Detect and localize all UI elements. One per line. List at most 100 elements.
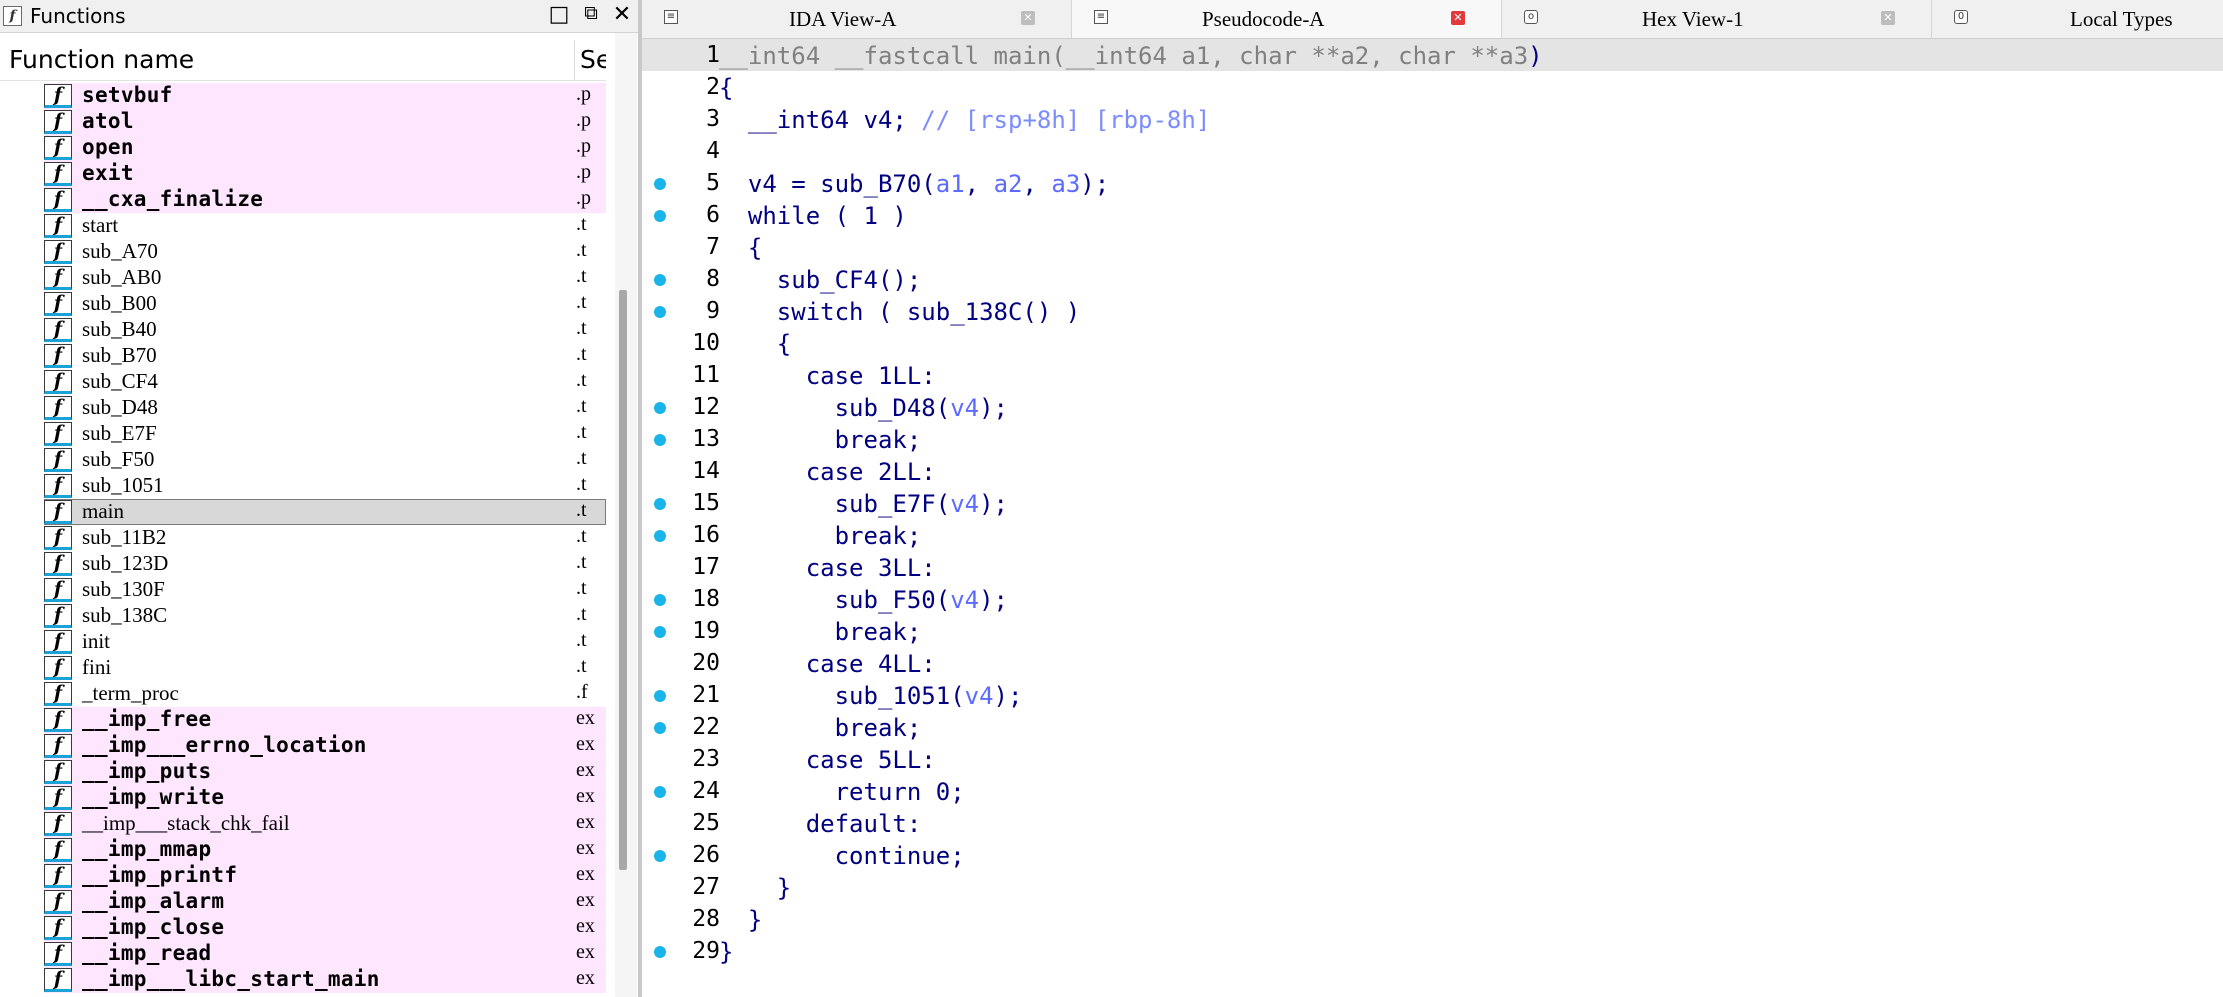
function-row[interactable]: f atol .p — [0, 109, 606, 135]
code-line[interactable]: 3 __int64 v4; // [rsp+8h] [rbp-8h] — [642, 103, 2223, 135]
code-line[interactable]: 14 case 2LL: — [642, 455, 2223, 487]
function-row[interactable]: f sub_F50 .t — [0, 447, 606, 473]
function-row[interactable]: f open .p — [0, 135, 606, 161]
functions-titlebar: f Functions □ ⧉ ✕ — [0, 0, 638, 33]
tab-close-icon[interactable]: ✕ — [1021, 11, 1035, 25]
code-line[interactable]: 23 case 5LL: — [642, 743, 2223, 775]
function-row[interactable]: f __imp_alarm ex — [0, 889, 606, 915]
code-line[interactable]: 10 { — [642, 327, 2223, 359]
pseudocode-view[interactable]: 1 __int64 __fastcall main(__int64 a1, cha… — [642, 39, 2223, 997]
function-row[interactable]: f _term_proc .f — [0, 681, 606, 707]
code-line[interactable]: 21 sub_1051(v4); — [642, 679, 2223, 711]
tab-pseudocode-a[interactable]: ≡ Pseudocode-A ✕ — [1072, 0, 1502, 38]
function-row[interactable]: f exit .p — [0, 161, 606, 187]
function-row[interactable]: f sub_B40 .t — [0, 317, 606, 343]
code-token: ); — [979, 586, 1008, 614]
function-name: atol — [82, 109, 134, 133]
code-line[interactable]: 12 sub_D48(v4); — [642, 391, 2223, 423]
code-line[interactable]: 18 sub_F50(v4); — [642, 583, 2223, 615]
function-row[interactable]: f sub_E7F .t — [0, 421, 606, 447]
tab-close-icon[interactable]: ✕ — [1881, 11, 1895, 25]
function-row[interactable]: f main .t — [0, 499, 606, 525]
function-row[interactable]: f fini .t — [0, 655, 606, 681]
code-token: v4 = sub_B70( — [719, 170, 936, 198]
function-row[interactable]: f start .t — [0, 213, 606, 239]
code-line[interactable]: 27 } — [642, 871, 2223, 903]
code-line[interactable]: 20 case 4LL: — [642, 647, 2223, 679]
code-line[interactable]: 5 v4 = sub_B70(a1, a2, a3); — [642, 167, 2223, 199]
function-row[interactable]: f __imp_close ex — [0, 915, 606, 941]
code-line[interactable]: 29} — [642, 935, 2223, 967]
code-token: case 3LL: — [719, 554, 936, 582]
line-number: 9 — [706, 298, 720, 324]
functions-scrollbar-thumb[interactable] — [619, 290, 627, 870]
code-line[interactable]: 8 sub_CF4(); — [642, 263, 2223, 295]
function-row[interactable]: f __cxa_finalize .p — [0, 187, 606, 213]
function-row[interactable]: f __imp_free ex — [0, 707, 606, 733]
column-header-function-name[interactable]: Function name — [9, 45, 194, 74]
code-line[interactable]: 2{ — [642, 71, 2223, 103]
function-row[interactable]: f __imp_read ex — [0, 941, 606, 967]
function-row[interactable]: f sub_B00 .t — [0, 291, 606, 317]
function-name: setvbuf — [82, 83, 173, 107]
maximize-icon[interactable]: □ — [545, 2, 573, 30]
code-line[interactable]: 7 { — [642, 231, 2223, 263]
code-line[interactable]: 28 } — [642, 903, 2223, 935]
function-segment: .p — [576, 187, 591, 209]
function-row[interactable]: f sub_CF4 .t — [0, 369, 606, 395]
function-row[interactable]: f __imp_puts ex — [0, 759, 606, 785]
function-row[interactable]: f __imp___stack_chk_fail ex — [0, 811, 606, 837]
code-line[interactable]: 4 — [642, 135, 2223, 167]
restore-icon[interactable]: ⧉ — [577, 2, 605, 30]
column-header-segment[interactable]: Se — [580, 45, 606, 74]
code-line[interactable]: 16 break; — [642, 519, 2223, 551]
code-line[interactable]: 13 break; — [642, 423, 2223, 455]
code-line[interactable]: 26 continue; — [642, 839, 2223, 871]
line-number: 16 — [692, 522, 720, 548]
tab-hex-view-1[interactable]: o Hex View-1 ✕ — [1502, 0, 1932, 38]
function-row[interactable]: f sub_130F .t — [0, 577, 606, 603]
function-row[interactable]: f __imp_printf ex — [0, 863, 606, 889]
function-segment: .p — [576, 135, 591, 157]
function-row[interactable]: f sub_123D .t — [0, 551, 606, 577]
function-row[interactable]: f sub_11B2 .t — [0, 525, 606, 551]
code-line[interactable]: 1 __int64 __fastcall main(__int64 a1, cha… — [642, 39, 2223, 71]
function-row[interactable]: f sub_D48 .t — [0, 395, 606, 421]
tab-close-icon[interactable]: ✕ — [1451, 11, 1465, 25]
function-row[interactable]: f __imp___errno_location ex — [0, 733, 606, 759]
code-line[interactable]: 6 while ( 1 ) — [642, 199, 2223, 231]
function-row[interactable]: f sub_138C .t — [0, 603, 606, 629]
code-token: ); — [1080, 170, 1110, 198]
code-line[interactable]: 15 sub_E7F(v4); — [642, 487, 2223, 519]
variable-token: v4 — [950, 394, 980, 422]
function-row[interactable]: f sub_A70 .t — [0, 239, 606, 265]
code-line[interactable]: 25 default: — [642, 807, 2223, 839]
code-line[interactable]: 24 return 0; — [642, 775, 2223, 807]
code-text: break; — [719, 426, 922, 454]
code-line[interactable]: 22 break; — [642, 711, 2223, 743]
code-line[interactable]: 19 break; — [642, 615, 2223, 647]
variable-token: v4 — [950, 586, 980, 614]
function-row[interactable]: f __imp_write ex — [0, 785, 606, 811]
function-segment: .t — [576, 343, 587, 365]
code-line[interactable]: 9 switch ( sub_138C() ) — [642, 295, 2223, 327]
function-segment: .p — [576, 109, 591, 131]
functions-scrollbar[interactable] — [615, 33, 637, 997]
code-token: ); — [979, 490, 1008, 518]
function-icon: f — [44, 214, 72, 238]
code-text: } — [719, 938, 733, 966]
tab-local-types[interactable]: 0 Local Types — [1932, 0, 2223, 38]
function-row[interactable]: f setvbuf .p — [0, 83, 606, 109]
function-row[interactable]: f __imp_mmap ex — [0, 837, 606, 863]
function-row[interactable]: f init .t — [0, 629, 606, 655]
function-row[interactable]: f sub_AB0 .t — [0, 265, 606, 291]
column-divider[interactable] — [574, 40, 575, 80]
close-icon[interactable]: ✕ — [608, 2, 636, 30]
tab-ida-view-a[interactable]: ≡ IDA View-A ✕ — [642, 0, 1072, 38]
function-row[interactable]: f sub_B70 .t — [0, 343, 606, 369]
function-row[interactable]: f __imp___libc_start_main ex — [0, 967, 606, 993]
function-row[interactable]: f sub_1051 .t — [0, 473, 606, 499]
code-line[interactable]: 17 case 3LL: — [642, 551, 2223, 583]
line-number: 27 — [692, 874, 720, 900]
code-line[interactable]: 11 case 1LL: — [642, 359, 2223, 391]
